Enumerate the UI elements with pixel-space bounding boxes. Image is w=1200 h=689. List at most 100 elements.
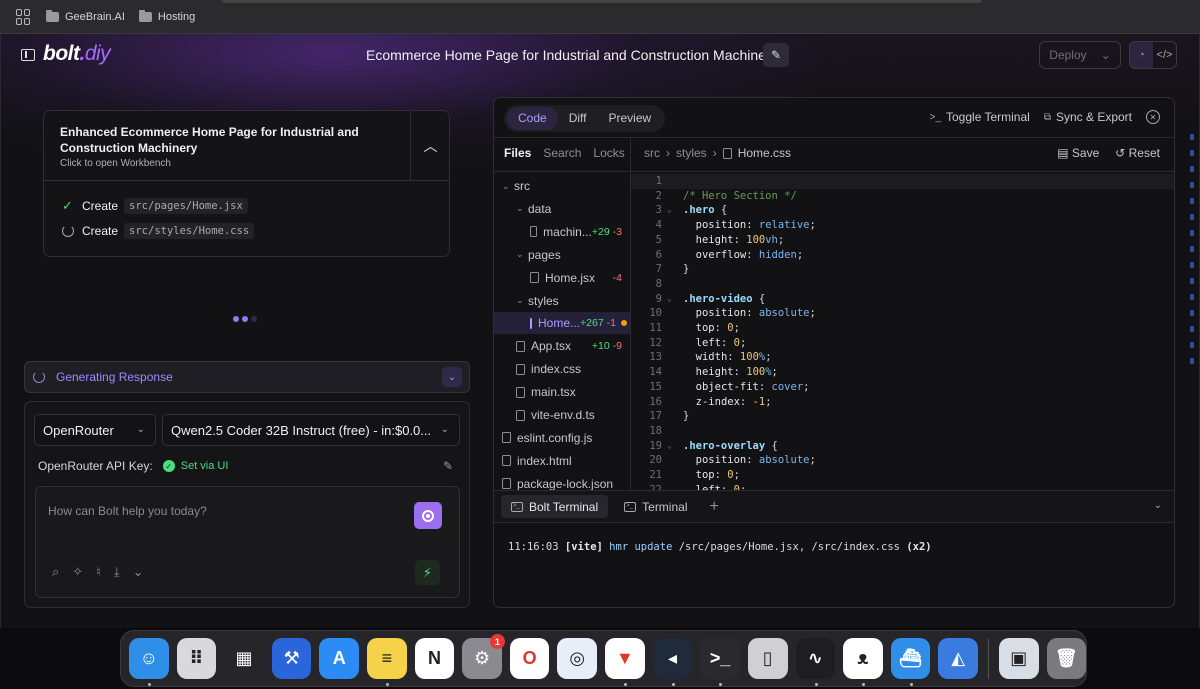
- mission-control-icon: ▦: [235, 648, 253, 668]
- dock-finder-icon[interactable]: ☺: [129, 638, 169, 686]
- tree-item-label: Home.jsx: [545, 270, 596, 285]
- chevron-down-icon[interactable]: ⌄: [1154, 500, 1162, 511]
- save-button[interactable]: ▤ Save: [1057, 146, 1099, 160]
- dock-settings-icon[interactable]: ⚙ 1: [462, 634, 505, 679]
- file-icon: [722, 147, 732, 159]
- terminal-output[interactable]: 11:16:03 [vite] hmr update /src/pages/Ho…: [508, 541, 932, 553]
- artifact-card[interactable]: Enhanced Ecommerce Home Page for Industr…: [43, 110, 450, 257]
- bolt-enhance-button[interactable]: ⚡: [415, 560, 440, 585]
- check-circle-icon: ✓: [162, 460, 175, 472]
- tree-folder[interactable]: ⌄ src: [494, 175, 630, 197]
- bookmark-hosting[interactable]: Hosting: [138, 9, 196, 23]
- terminal-count: (x2): [906, 541, 932, 553]
- tab-search[interactable]: Search: [543, 146, 581, 160]
- chevron-down-icon[interactable]: ⌄: [133, 564, 144, 580]
- dock-notion-icon[interactable]: N: [414, 638, 455, 679]
- dock-preview-icon[interactable]: ▣: [998, 638, 1039, 679]
- code-line: 1: [631, 174, 1174, 189]
- tree-file[interactable]: index.css: [494, 358, 630, 380]
- model-select[interactable]: Qwen2.5 Coder 32B Instruct (free) - in:$…: [162, 414, 460, 446]
- dock-safari-icon[interactable]: ◎: [557, 638, 598, 679]
- dock-mission-control-icon[interactable]: ▦: [224, 638, 264, 679]
- add-terminal-icon[interactable]: +: [710, 498, 719, 516]
- tab-locks[interactable]: Locks: [593, 146, 624, 160]
- breadcrumb-item[interactable]: styles: [676, 146, 707, 160]
- code-line: 6 overflow: hidden;: [631, 248, 1174, 263]
- file-icon: [502, 455, 511, 467]
- tab-diff[interactable]: Diff: [558, 107, 598, 130]
- download-icon[interactable]: ⤓: [114, 564, 120, 580]
- view-toggle-group: ◔ </>: [1129, 41, 1177, 69]
- tree-file[interactable]: vite-env.d.ts: [494, 404, 630, 426]
- deploy-button[interactable]: Deploy ⌄: [1039, 41, 1121, 69]
- tree-file[interactable]: main.tsx: [494, 381, 630, 403]
- dock-iphone-icon[interactable]: ▯: [747, 638, 788, 679]
- tree-item-label: data: [528, 201, 552, 216]
- dock-vscode-icon[interactable]: ◂: [652, 638, 693, 686]
- toggle-terminal-button[interactable]: >_ Toggle Terminal: [930, 110, 1030, 124]
- chat-toggle-icon[interactable]: ◔: [1130, 42, 1153, 68]
- dock-docker-icon[interactable]: ⛴: [890, 638, 931, 686]
- breadcrumb-item[interactable]: src: [644, 146, 660, 160]
- prompt-input[interactable]: [48, 501, 388, 521]
- fold-chevron-icon[interactable]: ⌄: [667, 439, 672, 454]
- file-icon: [502, 478, 511, 490]
- bookmark-geebrain[interactable]: GeeBrain.AI: [46, 9, 125, 23]
- code-line: 18: [631, 424, 1174, 439]
- tree-file[interactable]: Home... +267 -1: [494, 312, 630, 335]
- fold-chevron-icon[interactable]: ⌄: [667, 203, 672, 218]
- dock-opera-icon[interactable]: O: [509, 638, 550, 679]
- expand-progress-button[interactable]: ⌄: [442, 367, 462, 387]
- edit-api-key-icon[interactable]: ✎: [443, 459, 453, 473]
- edit-title-button[interactable]: ✎: [763, 43, 789, 67]
- tab-bolt-terminal[interactable]: >_ Bolt Terminal: [501, 495, 609, 518]
- provider-select[interactable]: OpenRouter ⌄: [34, 414, 156, 446]
- close-workbench-icon[interactable]: ✕: [1146, 110, 1160, 124]
- sparkle-icon[interactable]: ✧: [72, 564, 83, 580]
- workbench-toolbar: Code Diff Preview >_ Toggle Terminal ⧉ Syn…: [494, 98, 1174, 138]
- code-toggle-icon[interactable]: </>: [1153, 42, 1176, 68]
- dock-activity-monitor-icon[interactable]: ∿: [795, 638, 836, 686]
- dock-xcode-icon[interactable]: ⚒: [271, 638, 312, 679]
- bookmark-label: Hosting: [157, 10, 196, 23]
- reset-button[interactable]: ↺ Reset: [1115, 146, 1160, 160]
- fold-chevron-icon[interactable]: ⌄: [667, 292, 672, 307]
- dock-brave-icon[interactable]: ▼: [605, 638, 645, 686]
- dock-terminal-icon[interactable]: >_: [700, 638, 740, 686]
- vscode-icon: ◂: [667, 648, 678, 668]
- stop-generation-button[interactable]: [414, 502, 442, 529]
- tree-file[interactable]: Home.jsx -4: [494, 267, 630, 289]
- sidebar-toggle-icon[interactable]: [21, 49, 35, 61]
- code-editor[interactable]: 1 2/* Hero Section */3 ⌄ .hero {4 position:…: [631, 172, 1174, 490]
- dock-trash-icon[interactable]: 🗑: [1046, 638, 1087, 679]
- tree-file[interactable]: eslint.config.js: [494, 427, 630, 449]
- deletions-count: -1: [606, 317, 617, 330]
- dock-launchpad-icon[interactable]: ⠿: [176, 638, 217, 679]
- microphone-icon[interactable]: ♮: [96, 564, 101, 580]
- breadcrumb-item[interactable]: Home.css: [738, 146, 791, 160]
- tree-folder[interactable]: ⌄ styles: [494, 290, 630, 312]
- dock-ollama-icon[interactable]: ᴥ: [843, 638, 883, 686]
- tree-file[interactable]: App.tsx +10 -9: [494, 335, 630, 357]
- tree-folder[interactable]: ⌄ pages: [494, 244, 630, 266]
- dock-instruments-icon[interactable]: ◭: [938, 638, 978, 679]
- tree-folder[interactable]: ⌄ data: [494, 198, 630, 220]
- tab-preview[interactable]: Preview: [597, 107, 662, 130]
- paperclip-icon[interactable]: ⌕: [52, 564, 59, 580]
- artifact-header[interactable]: Enhanced Ecommerce Home Page for Industr…: [44, 111, 410, 181]
- apps-grid-icon[interactable]: [16, 8, 32, 25]
- sync-export-button[interactable]: ⧉ Sync & Export: [1044, 110, 1132, 124]
- tab-files[interactable]: Files: [504, 146, 531, 160]
- dock-notes-icon[interactable]: ≡: [367, 638, 407, 686]
- deletions-count: -3: [612, 225, 622, 238]
- collapse-artifact-button[interactable]: ︿: [410, 111, 450, 181]
- terminal-paths: /src/pages/Home.jsx, /src/index.css: [678, 541, 900, 553]
- tree-file[interactable]: index.html: [494, 450, 630, 472]
- tree-file[interactable]: machin... +29 -3: [494, 221, 630, 243]
- line-number: 3: [655, 204, 662, 217]
- dock-app-store-icon[interactable]: A: [319, 638, 360, 679]
- tab-code[interactable]: Code: [507, 107, 558, 130]
- instruments-icon: ◭: [951, 648, 966, 668]
- tab-terminal[interactable]: >_ Terminal: [614, 495, 697, 518]
- reset-icon: ↺: [1115, 146, 1129, 160]
